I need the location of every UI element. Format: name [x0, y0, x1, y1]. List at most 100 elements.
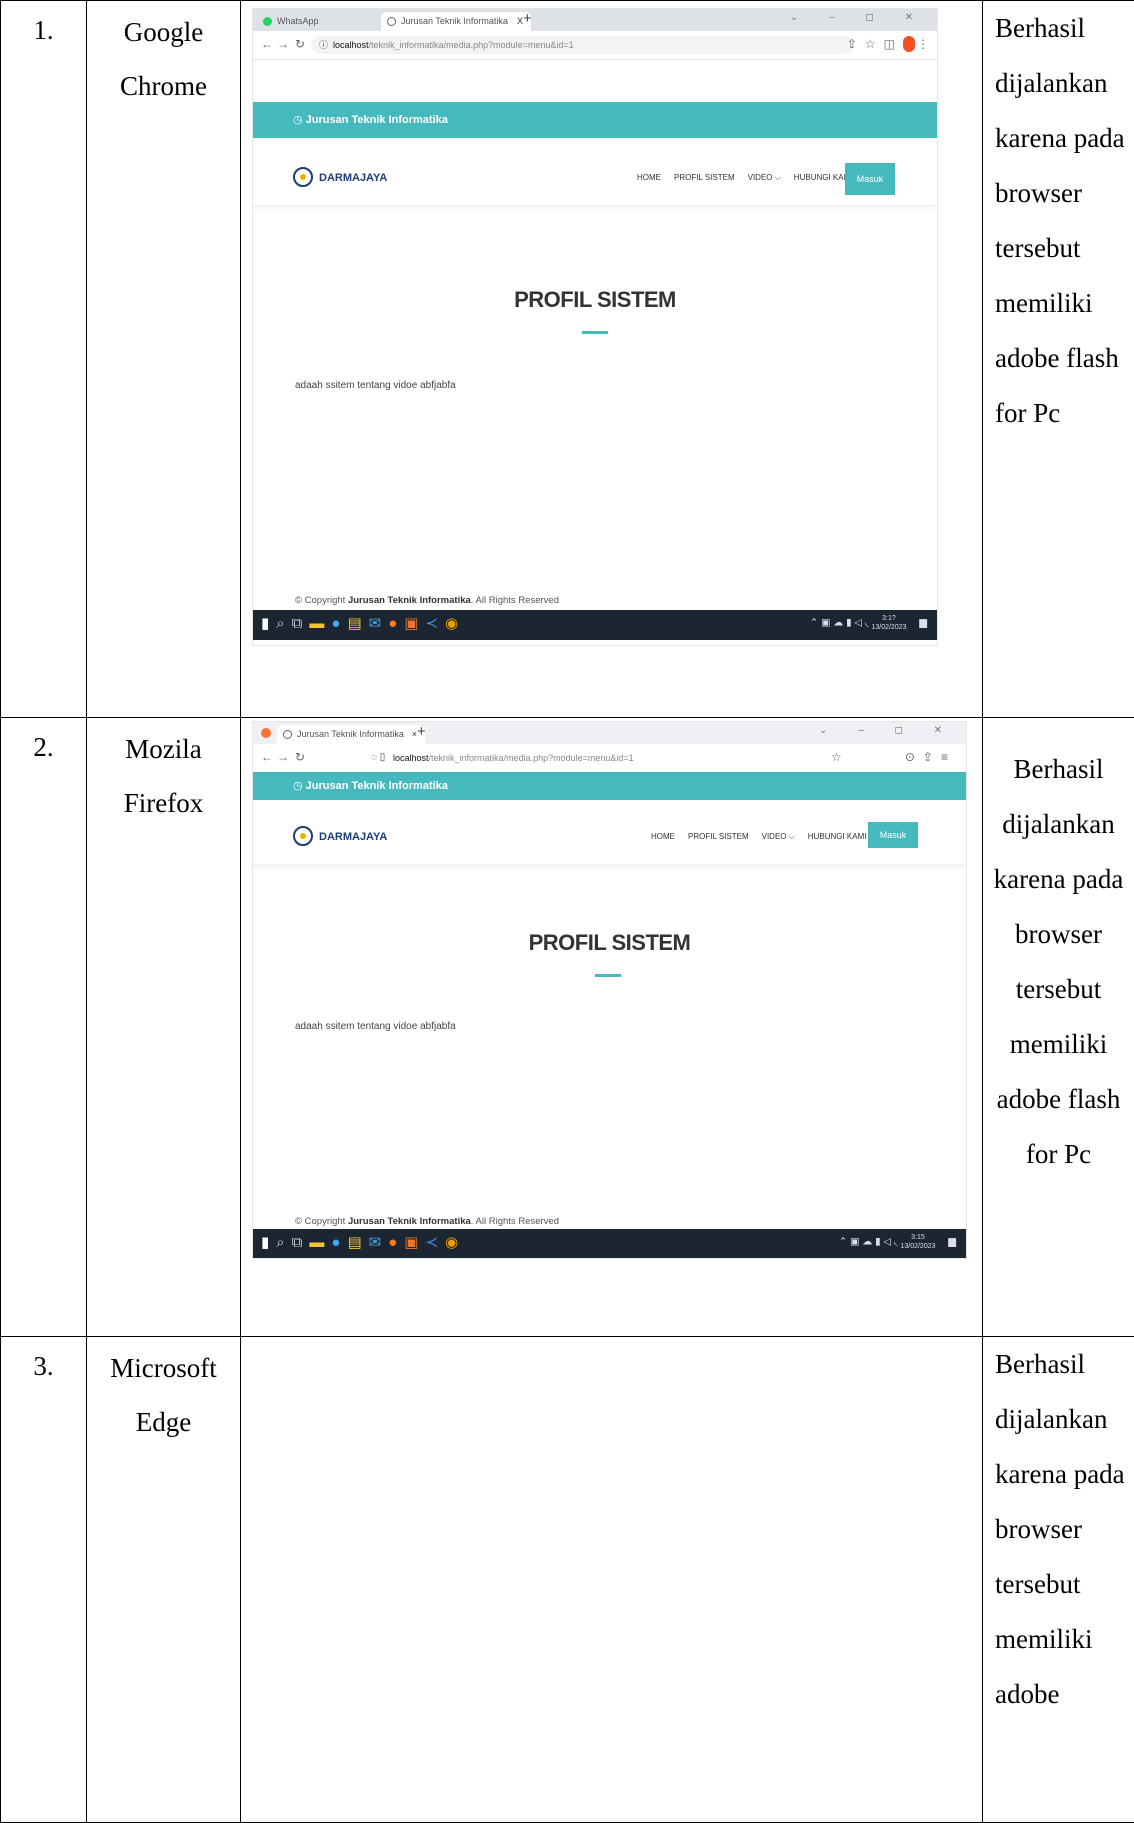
taskview-icon[interactable]: ⧉ [292, 1234, 310, 1251]
xampp-icon[interactable]: ▣ [404, 615, 425, 632]
clock-icon: ◷ [293, 114, 306, 126]
site-favicon [387, 17, 396, 26]
clock-date: 13/02/2023 [871, 624, 906, 631]
logo-text: DARMAJAYA [319, 831, 387, 843]
browser-name: Microsoft Edge [87, 1337, 241, 1823]
site-header: DARMAJAYA HOME PROFIL SISTEM VIDEO ⌵ HUBUNG… [253, 810, 966, 864]
masuk-button[interactable]: Masuk [845, 163, 895, 195]
vscode-icon[interactable]: ≺ [425, 1234, 445, 1251]
file-explorer-icon[interactable]: ▬ [309, 615, 331, 632]
tray-icons[interactable]: ⌃ ▣ ☁ ▮ ◁ ◟ [839, 1237, 901, 1248]
masuk-button[interactable]: Masuk [868, 822, 918, 848]
star-icon[interactable]: ☆ [831, 750, 842, 764]
reload-icon[interactable]: ↻ [295, 750, 305, 764]
firefox-icon[interactable]: ● [388, 1234, 404, 1251]
table-row: 1. Google Chrome WhatsApp X Jurusan Tekn… [1, 1, 1134, 718]
result-text: Berhasil dijalankan karena pada browser … [983, 1337, 1134, 1823]
window-controls[interactable]: ⌄ – ◻ ✕ [790, 12, 927, 23]
nav-video[interactable]: VIDEO ⌵ [748, 173, 781, 182]
nav-hubungi-kami[interactable]: HUBUNGI KAMI [808, 832, 867, 841]
nav-hubungi-kami[interactable]: HUBUNGI KAMI [794, 173, 853, 182]
site-header: DARMAJAYA HOME PROFIL SISTEM VIDEO ⌵ HUBUNG… [253, 151, 937, 205]
nav-profil-sistem[interactable]: PROFIL SISTEM [674, 173, 735, 182]
file-explorer-icon[interactable]: ▬ [309, 1234, 331, 1251]
url-field[interactable]: ◌ ▯ localhost/teknik_informatika/media.p… [371, 749, 753, 767]
nav-video[interactable]: VIDEO ⌵ [762, 832, 795, 841]
back-icon[interactable]: ← [261, 37, 273, 51]
edge-icon[interactable]: ● [331, 1234, 347, 1251]
logo-text: DARMAJAYA [319, 172, 387, 184]
reload-icon[interactable]: ↻ [295, 37, 305, 51]
taskbar-apps[interactable]: ▮⌕⧉▬●▤✉●▣≺◉ [261, 1233, 465, 1251]
copyright-org[interactable]: Jurusan Teknik Informatika [348, 1216, 471, 1227]
darmajaya-logo[interactable]: DARMAJAYA [293, 826, 387, 848]
tab-whatsapp[interactable]: WhatsApp X [257, 12, 397, 31]
search-icon[interactable]: ⌕ [276, 615, 291, 632]
site-topbar: ◷ Jurusan Teknik Informatika [253, 102, 937, 138]
page-title: PROFIL SISTEM [253, 930, 966, 956]
forward-icon[interactable]: → [277, 37, 289, 51]
topbar-text: Jurusan Teknik Informatika [306, 114, 448, 126]
windows-taskbar: ▮⌕⧉▬●▤✉●▣≺◉ ⌃ ▣ ☁ ▮ ◁ ◟ 3:1?13/02/2023 ▆ [253, 610, 937, 640]
toolbar-icons[interactable]: ⇪☆◫ [847, 37, 903, 51]
tray-icons[interactable]: ⌃ ▣ ☁ ▮ ◁ ◟ [810, 618, 872, 629]
search-icon[interactable]: ⌕ [276, 1234, 291, 1251]
system-clock[interactable]: 3:1?13/02/2023 [871, 614, 906, 632]
darmajaya-logo[interactable]: DARMAJAYA [293, 167, 387, 189]
menu-dots-icon[interactable]: ⋮ [917, 37, 929, 51]
screenshot-cell: WhatsApp X Jurusan Teknik Informatika X … [241, 1, 983, 718]
logo-emblem-icon [293, 167, 313, 187]
address-bar: ← → ↻ ⓘ localhost/teknik_informatika/med… [253, 31, 937, 60]
toolbar-icons[interactable]: ⊙⇪≡ [905, 750, 956, 764]
notes-icon[interactable]: ▤ [347, 1234, 368, 1251]
xampp-icon[interactable]: ▣ [404, 1234, 425, 1251]
notes-icon[interactable]: ▤ [347, 615, 368, 632]
back-icon[interactable]: ← [261, 750, 273, 764]
browser-name: Google Chrome [87, 1, 241, 718]
tab-jurusan[interactable]: Jurusan Teknik Informatika × [277, 725, 425, 744]
copyright-suffix: . All Rights Reserved [471, 1216, 559, 1227]
windows-start-icon[interactable]: ▮ [261, 1234, 276, 1251]
tab-bar: WhatsApp X Jurusan Teknik Informatika X … [253, 9, 937, 31]
vscode-icon[interactable]: ≺ [425, 615, 445, 632]
edge-icon[interactable]: ● [331, 615, 347, 632]
new-tab-button[interactable]: + [417, 723, 426, 740]
windows-start-icon[interactable]: ▮ [261, 615, 276, 632]
nav-home[interactable]: HOME [637, 173, 661, 182]
url-path: /teknik_informatika/media.php?module=men… [429, 753, 634, 763]
table-row: 3. Microsoft Edge Berhasil dijalankan ka… [1, 1337, 1134, 1823]
tab-label: Jurusan Teknik Informatika [401, 16, 508, 26]
system-tray: ⌃ ▣ ☁ ▮ ◁ ◟ 3:1?13/02/2023 ▆ [810, 614, 927, 632]
copyright-prefix: © Copyright [295, 595, 345, 606]
system-clock[interactable]: 3:15 13/02/2023 [900, 1233, 935, 1251]
browser-name: Mozila Firefox [87, 718, 241, 1337]
address-bar: ← → ↻ ◌ ▯ localhost/teknik_informatika/m… [253, 744, 966, 773]
tab-jurusan[interactable]: Jurusan Teknik Informatika X [381, 12, 531, 31]
clock-time: 3:15 [911, 1234, 925, 1241]
taskview-icon[interactable]: ⧉ [292, 615, 310, 632]
url-host: localhost [393, 753, 429, 763]
mail-icon[interactable]: ✉ [369, 1234, 389, 1251]
profile-icon[interactable] [903, 36, 915, 52]
taskbar-apps[interactable]: ▮⌕⧉▬●▤✉●▣≺◉ [261, 614, 465, 632]
firefox-icon[interactable]: ● [388, 615, 404, 632]
url-path: /teknik_informatika/media.php?module=men… [369, 40, 574, 50]
nav-home[interactable]: HOME [651, 832, 675, 841]
chrome-icon[interactable]: ◉ [445, 615, 465, 632]
site-nav: HOME PROFIL SISTEM VIDEO ⌵ HUBUNGI KAMI [651, 832, 879, 842]
clock-date: 13/02/2023 [900, 1243, 935, 1250]
page-title: PROFIL SISTEM [253, 287, 937, 313]
window-controls[interactable]: ⌄ – ◻ ✕ [819, 725, 956, 736]
mail-icon[interactable]: ✉ [369, 615, 389, 632]
content-text: adaah ssitem tentang vidoe abfjabfa [295, 380, 456, 391]
clock-icon: ◷ [293, 780, 306, 792]
notifications-icon[interactable]: ▆ [948, 1237, 956, 1248]
url-field[interactable]: ⓘ localhost/teknik_informatika/media.php… [311, 36, 853, 54]
notifications-icon[interactable]: ▆ [919, 618, 927, 629]
copyright-org[interactable]: Jurusan Teknik Informatika [348, 595, 471, 606]
new-tab-button[interactable]: + [523, 10, 532, 27]
nav-profil-sistem[interactable]: PROFIL SISTEM [688, 832, 749, 841]
forward-icon[interactable]: → [277, 750, 289, 764]
chrome-icon[interactable]: ◉ [445, 1234, 465, 1251]
tab-bar: Jurusan Teknik Informatika × + ⌄ – ◻ ✕ [253, 722, 966, 744]
